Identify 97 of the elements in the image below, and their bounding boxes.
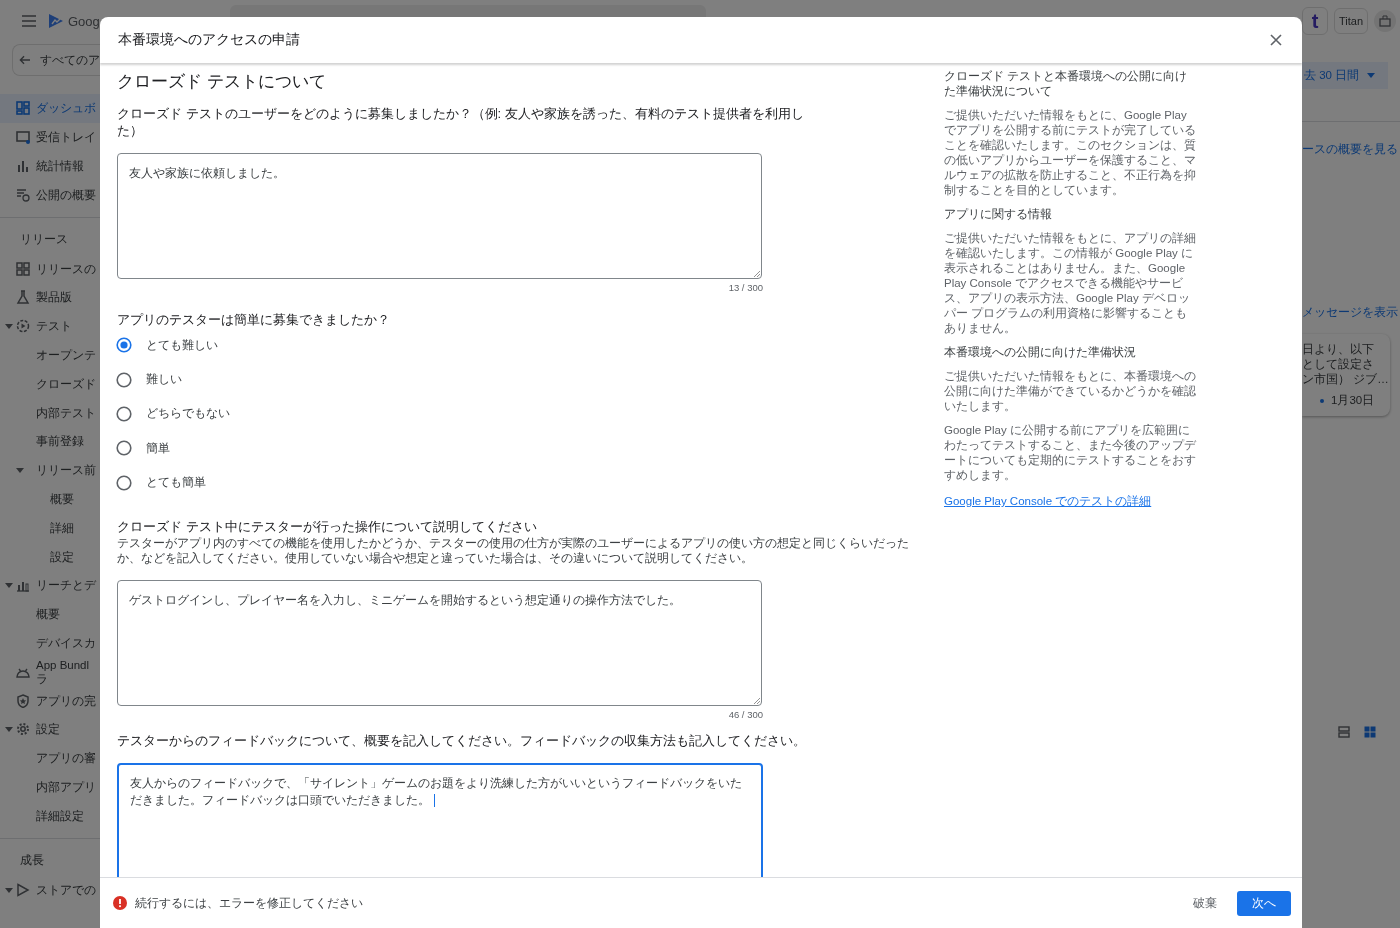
nav-item[interactable]: 内部テスト bbox=[0, 398, 100, 427]
nav-item[interactable]: アプリの完 bbox=[0, 686, 100, 715]
grid-view-icon[interactable] bbox=[1364, 726, 1376, 738]
help-link[interactable]: Google Play Console でのテストの詳細 bbox=[944, 494, 1152, 509]
question-label: アプリのテスターは簡単に募集できましたか？ bbox=[117, 311, 391, 328]
radio-button[interactable] bbox=[116, 337, 132, 354]
nav-item[interactable]: App Bundl ラ bbox=[0, 657, 100, 687]
overview-link[interactable]: ースの概要を見る bbox=[1302, 142, 1400, 157]
section-title: クローズド テストについて bbox=[117, 71, 327, 93]
nav-item[interactable]: デバイスカ bbox=[0, 628, 100, 658]
help-heading: クローズド テストと本番環境への公開に向けた準備状況について bbox=[944, 69, 1189, 99]
answer-field[interactable]: 友人や家族に依頼しました。 bbox=[117, 153, 762, 279]
section-heading: リリース bbox=[19, 232, 69, 248]
radio-label[interactable]: とても難しい bbox=[146, 337, 218, 353]
radio-label[interactable]: どちらでもない bbox=[146, 406, 230, 422]
bar-chart-icon bbox=[16, 159, 30, 173]
help-heading: 本番環境への公開に向けた準備状況 bbox=[944, 345, 1137, 360]
question-label: クローズド テスト中にテスターが行った操作について説明してください bbox=[117, 517, 538, 535]
nav-item[interactable]: ストアでの bbox=[0, 875, 100, 904]
caret-down-icon bbox=[5, 725, 13, 734]
back-arrow-icon bbox=[19, 55, 30, 65]
nav-item[interactable]: ダッシュボ bbox=[0, 94, 100, 123]
question-label: テスターからのフィードバックについて、概要を記入してください。フィードバックの収集方法も記入してください。 bbox=[117, 731, 807, 749]
help-paragraph: ご提供いただいた情報をもとに、アプリの詳細を確認いたします。この情報が Google Play に表示されることはありません。また、Google Play Console でアクセスできる機能やサービス、アプリの表示方法、Google Play デベロッパー プログラムの利用資格に影響することもありません。 bbox=[944, 231, 1196, 336]
radio-button[interactable] bbox=[116, 440, 132, 457]
caret-down-icon bbox=[5, 322, 13, 331]
nav-item[interactable]: リリース前 bbox=[0, 455, 100, 485]
shield-icon bbox=[16, 693, 30, 708]
nav-item[interactable]: アプリの審 bbox=[0, 743, 100, 773]
error-message: 続行するには、エラーを修正してください bbox=[135, 895, 363, 911]
nav-item[interactable]: テスト bbox=[0, 311, 100, 341]
resize-handle-icon[interactable] bbox=[754, 697, 760, 704]
nav-item[interactable]: 公開の概要 bbox=[0, 180, 100, 210]
dialog-title: 本番環境へのアクセスの申請 bbox=[118, 31, 301, 49]
nav-item[interactable]: 製品版 bbox=[0, 283, 100, 312]
help-paragraph: ご提供いただいた情報をもとに、本番環境への公開に向けた準備ができているかどうかを確認いたします。 bbox=[944, 369, 1196, 414]
radio-label[interactable]: とても簡単 bbox=[146, 475, 206, 491]
help-paragraph: ご提供いただいた情報をもとに、Google Play でアプリを公開する前にテストが完了していることを確認いたします。このセクションは、質の低いアプリからユーザーを保護すること、マルウェアの拡散を防止すること、不正行為を抑制することを目的としています。 bbox=[944, 108, 1196, 198]
caret-down-icon bbox=[5, 581, 13, 590]
nav-item[interactable]: リリースの bbox=[0, 254, 100, 283]
play-icon bbox=[16, 882, 30, 897]
character-counter: 13 / 300 bbox=[727, 282, 763, 293]
radio-button[interactable] bbox=[116, 371, 132, 388]
dot-icon bbox=[1320, 398, 1324, 403]
nav-item[interactable]: 設定 bbox=[0, 714, 100, 744]
nav-item[interactable]: 詳細設定 bbox=[0, 801, 100, 831]
nav-item[interactable]: 詳細 bbox=[0, 513, 100, 543]
nav-item[interactable]: 概要 bbox=[0, 599, 100, 629]
nav-item[interactable]: 内部アプリ bbox=[0, 772, 100, 802]
messages-link[interactable]: メッセージを表示 bbox=[1302, 305, 1400, 320]
resize-handle-icon[interactable] bbox=[754, 271, 760, 277]
logo-icon bbox=[48, 13, 64, 29]
message-date: 1月30日 bbox=[1331, 393, 1375, 408]
inbox-icon bbox=[16, 130, 30, 145]
back-link-text: すべてのア bbox=[40, 52, 100, 68]
section-heading: 成長 bbox=[19, 853, 45, 869]
nav-item[interactable]: 概要 bbox=[0, 484, 100, 514]
settings-icon bbox=[16, 722, 30, 737]
caret-down-icon bbox=[16, 466, 24, 475]
nav-item[interactable]: リーチとデ bbox=[0, 570, 100, 600]
dashboard-icon bbox=[16, 101, 30, 116]
help-paragraph: Google Play に公開する前にアプリを広範囲にわたってテストすること、また今後のアップデートについても定期的にテストすることをおすすめします。 bbox=[944, 423, 1196, 483]
caret-down-icon bbox=[5, 885, 13, 894]
account-chip[interactable]: Titan bbox=[1334, 8, 1369, 34]
next-button[interactable]: 次へ bbox=[1237, 890, 1291, 916]
radio-label[interactable]: 難しい bbox=[146, 372, 182, 388]
radio-label[interactable]: 簡単 bbox=[146, 440, 170, 456]
date-range-dropdown[interactable]: 去 30 日間 bbox=[1302, 62, 1388, 89]
notification-button[interactable] bbox=[1374, 10, 1397, 32]
answer-field[interactable]: ゲストログインし、プレイヤー名を入力し、ミニゲームを開始するという想定通りの操作方法でした。 bbox=[117, 579, 762, 706]
nav-item[interactable]: 統計情報 bbox=[0, 151, 100, 181]
play-circle-icon bbox=[16, 319, 30, 334]
nav-item[interactable]: 事前登録 bbox=[0, 426, 100, 456]
help-heading: アプリに関する情報 bbox=[944, 207, 1053, 222]
discard-button[interactable]: 破棄 bbox=[1185, 890, 1225, 916]
list-view-icon[interactable] bbox=[1338, 726, 1350, 738]
text-cursor bbox=[434, 794, 435, 808]
radio-button[interactable] bbox=[116, 405, 132, 422]
grid-icon bbox=[16, 261, 30, 276]
logo-text: Goog bbox=[68, 13, 100, 29]
radio-button[interactable] bbox=[116, 474, 132, 491]
close-icon[interactable] bbox=[1270, 34, 1282, 46]
nav-item[interactable]: クローズド bbox=[0, 369, 100, 399]
nav-item[interactable]: オープンテ bbox=[0, 340, 100, 370]
message-text: 日より、以下 bbox=[1302, 342, 1375, 357]
character-counter: 46 / 300 bbox=[727, 708, 763, 720]
question-description: テスターがアプリ内のすべての機能を使用したかどうか、テスターの使用の仕方が実際のユーザーによるアプリの使い方の想定と同じくらいだったか、などを記入してください。使用していない場合や想定と違っていた場合は、その違いについて説明してください。 bbox=[117, 535, 910, 566]
caret-down-icon bbox=[1367, 72, 1376, 79]
menu-icon[interactable] bbox=[22, 15, 36, 27]
list-clock-icon bbox=[16, 187, 30, 202]
question-label: クローズド テストのユーザーをどのように募集しましたか？（例: 友人や家族を誘った、有料のテスト提供者を利用した） bbox=[117, 105, 805, 139]
box-icon bbox=[1379, 15, 1392, 27]
error-icon bbox=[113, 896, 127, 910]
flask-icon bbox=[16, 290, 30, 305]
nav-item[interactable]: 設定 bbox=[0, 542, 100, 571]
message-text: として設定さ bbox=[1302, 357, 1375, 372]
message-text: ン市国） ジブ… bbox=[1302, 372, 1390, 387]
